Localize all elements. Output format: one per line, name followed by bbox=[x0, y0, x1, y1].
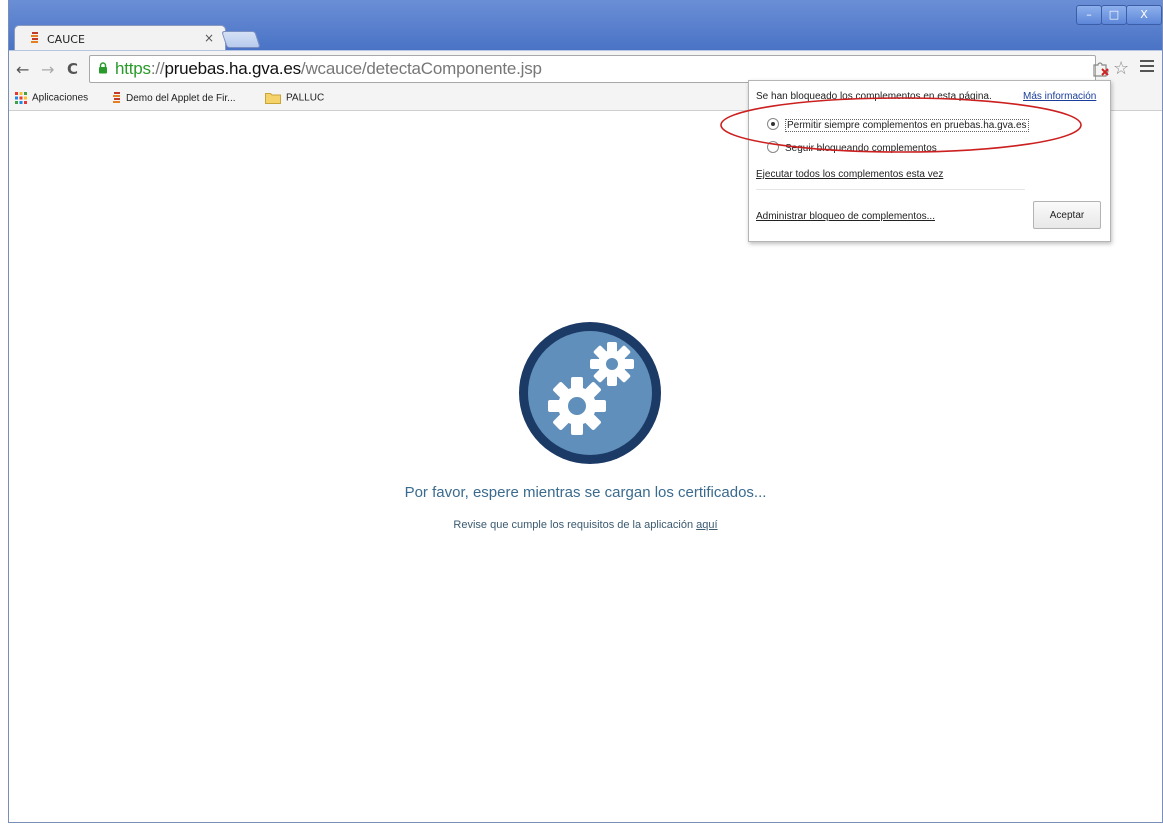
radio-unselected-icon[interactable] bbox=[767, 141, 779, 153]
more-info-link[interactable]: Más información bbox=[1023, 91, 1096, 102]
tab-title: CAUCE bbox=[47, 33, 85, 46]
accept-button[interactable]: Aceptar bbox=[1033, 201, 1101, 229]
apps-grid-icon bbox=[15, 92, 27, 104]
gears-icon bbox=[519, 322, 661, 464]
title-bar: CAUCE × – □ X bbox=[9, 0, 1162, 51]
url-scheme: https bbox=[115, 59, 151, 78]
manage-plugin-blocking-link[interactable]: Administrar bloqueo de complementos... bbox=[756, 211, 935, 222]
lock-icon bbox=[99, 62, 107, 74]
browser-window: CAUCE × – □ X ← → C https://pruebas.ha.g… bbox=[8, 0, 1163, 823]
address-bar[interactable]: https://pruebas.ha.gva.es/wcauce/detecta… bbox=[89, 55, 1129, 83]
folder-icon bbox=[265, 93, 281, 104]
radio-selected-icon[interactable] bbox=[767, 118, 779, 130]
loading-message: Por favor, espere mientras se cargan los… bbox=[404, 484, 767, 501]
close-window-button[interactable]: X bbox=[1126, 5, 1162, 25]
bookmark-label: PALLUC bbox=[286, 92, 325, 104]
tab-close-icon[interactable]: × bbox=[204, 31, 214, 45]
plugin-blocked-icon[interactable] bbox=[1092, 61, 1110, 77]
bookmark-star-icon[interactable]: ☆ bbox=[1113, 58, 1129, 79]
url-path: /wcauce/detectaComponente.jsp bbox=[300, 59, 542, 78]
back-button[interactable]: ← bbox=[16, 60, 29, 79]
allow-plugins-option[interactable]: Permitir siempre complementos en pruebas… bbox=[767, 118, 1029, 132]
url-host: pruebas.ha.gva.es bbox=[164, 59, 301, 78]
requirements-message: Revise que cumple los requisitos de la a… bbox=[9, 519, 1162, 531]
bookmark-demo-applet[interactable]: Demo del Applet de Fir... bbox=[113, 92, 236, 105]
run-all-plugins-link[interactable]: Ejecutar todos los complementos esta vez bbox=[756, 169, 943, 180]
url-separator: :// bbox=[150, 59, 165, 78]
reload-button[interactable]: C bbox=[67, 60, 78, 78]
bookmark-aplicaciones[interactable]: Aplicaciones bbox=[15, 92, 88, 104]
popup-message: Se han bloqueado los complementos en est… bbox=[756, 91, 992, 102]
keep-blocking-option[interactable]: Seguir bloqueando complementos bbox=[767, 141, 937, 154]
menu-icon[interactable] bbox=[1140, 60, 1154, 72]
url-text: https://pruebas.ha.gva.es/wcauce/detecta… bbox=[115, 59, 542, 79]
keep-blocking-label: Seguir bloqueando complementos bbox=[785, 143, 937, 154]
tab-cauce[interactable]: CAUCE × bbox=[14, 25, 226, 51]
new-tab-button[interactable] bbox=[221, 31, 261, 48]
maximize-button[interactable]: □ bbox=[1101, 5, 1127, 25]
divider bbox=[756, 189, 1025, 190]
minimize-button[interactable]: – bbox=[1076, 5, 1102, 25]
bookmark-label: Aplicaciones bbox=[32, 92, 89, 104]
allow-plugins-label: Permitir siempre complementos en pruebas… bbox=[785, 119, 1029, 132]
plugins-blocked-popup: Se han bloqueado los complementos en est… bbox=[748, 80, 1111, 242]
requirements-text: Revise que cumple los requisitos de la a… bbox=[453, 519, 694, 531]
bookmark-folder-palluc[interactable]: PALLUC bbox=[265, 92, 324, 104]
forward-button[interactable]: → bbox=[41, 60, 54, 79]
requirements-link[interactable]: aquí bbox=[696, 519, 717, 531]
favicon-icon bbox=[31, 32, 38, 43]
favicon-icon bbox=[113, 92, 120, 103]
bookmark-label: Demo del Applet de Fir... bbox=[126, 93, 236, 105]
